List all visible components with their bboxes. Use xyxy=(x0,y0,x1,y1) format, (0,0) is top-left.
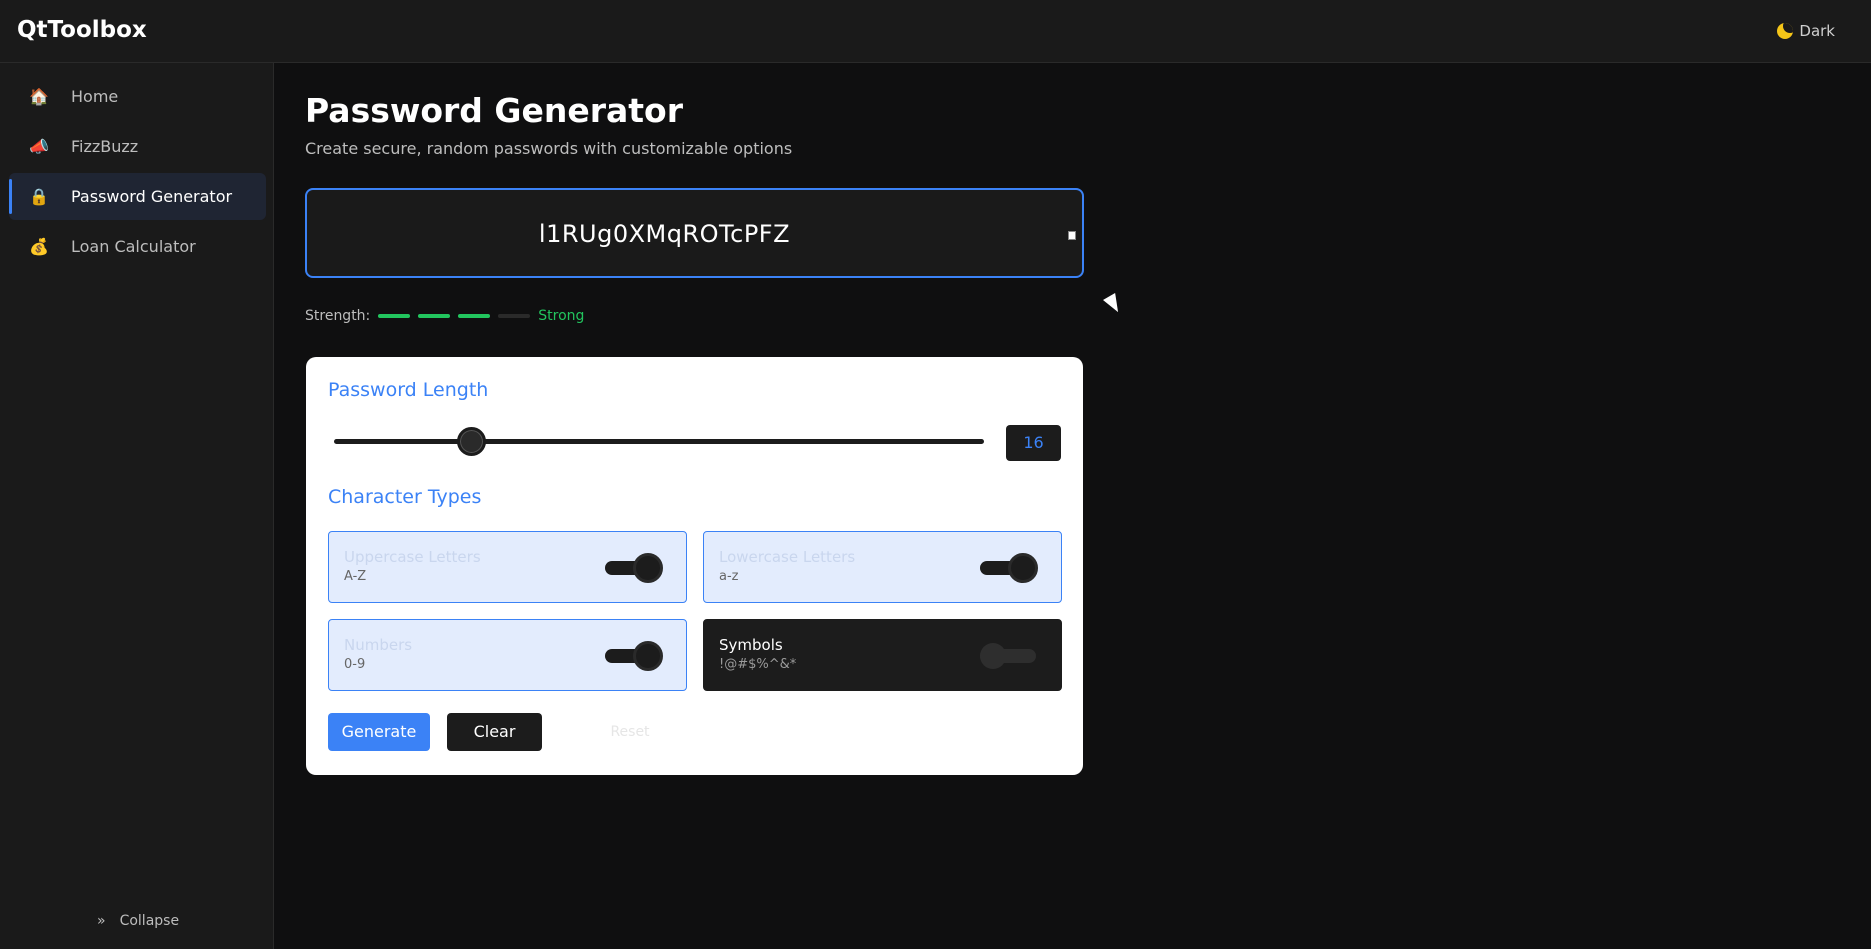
toggle-knob xyxy=(980,643,1006,669)
strength-label: Strong xyxy=(538,308,585,324)
strength-meter: Strength: Strong xyxy=(305,308,584,324)
toggle-switch[interactable] xyxy=(605,553,663,583)
copy-icon[interactable] xyxy=(1068,231,1076,240)
top-bar: QtToolbox Dark xyxy=(0,0,1871,63)
toggle-switch[interactable] xyxy=(980,553,1038,583)
section-title-character-types: Character Types xyxy=(328,486,482,508)
lock-icon: 🔒 xyxy=(29,187,49,206)
toggle-knob xyxy=(1008,553,1038,583)
password-display[interactable]: l1RUg0XMqROTcPFZ xyxy=(305,188,1084,278)
sidebar-item-label: Loan Calculator xyxy=(71,237,196,256)
sidebar-item-label: Home xyxy=(71,87,119,106)
length-value[interactable]: 16 xyxy=(1006,425,1061,461)
moon-icon xyxy=(1777,23,1794,39)
option-lowercase[interactable]: Lowercase Letters a-z xyxy=(703,531,1062,603)
mouse-cursor-icon xyxy=(1103,293,1125,316)
toggle-knob xyxy=(633,641,663,671)
option-subtitle: a-z xyxy=(719,569,739,584)
option-subtitle: 0-9 xyxy=(344,657,366,672)
option-subtitle: A-Z xyxy=(344,569,367,584)
double-chevron-right-icon: » xyxy=(97,913,106,929)
sidebar: 🏠 Home 📣 FizzBuzz 🔒 Password Generator 💰… xyxy=(0,63,274,949)
theme-label: Dark xyxy=(1799,22,1835,40)
strength-bar xyxy=(498,314,531,318)
sidebar-item-password-generator[interactable]: 🔒 Password Generator xyxy=(9,173,266,220)
theme-toggle[interactable]: Dark xyxy=(1777,22,1835,40)
sidebar-item-fizzbuzz[interactable]: 📣 FizzBuzz xyxy=(9,123,266,170)
page-subtitle: Create secure, random passwords with cus… xyxy=(305,139,793,158)
sidebar-item-label: FizzBuzz xyxy=(71,137,139,156)
collapse-button[interactable]: » Collapse xyxy=(97,913,179,929)
toggle-switch[interactable] xyxy=(980,643,1036,669)
collapse-label: Collapse xyxy=(119,913,180,929)
sidebar-item-label: Password Generator xyxy=(71,187,233,206)
strength-prefix: Strength: xyxy=(305,308,371,324)
money-bag-icon: 💰 xyxy=(29,237,49,256)
generate-button[interactable]: Generate xyxy=(328,713,430,751)
option-uppercase[interactable]: Uppercase Letters A-Z xyxy=(328,531,687,603)
sidebar-item-home[interactable]: 🏠 Home xyxy=(9,73,266,120)
reset-button[interactable]: Reset xyxy=(600,713,660,751)
strength-bar xyxy=(458,314,491,318)
option-title: Symbols xyxy=(719,636,783,654)
password-value: l1RUg0XMqROTcPFZ xyxy=(538,220,791,248)
length-slider[interactable] xyxy=(334,427,984,456)
house-icon: 🏠 xyxy=(29,87,49,106)
option-title: Lowercase Letters xyxy=(719,548,856,566)
strength-bar xyxy=(418,314,451,318)
sidebar-item-loan-calculator[interactable]: 💰 Loan Calculator xyxy=(9,223,266,270)
option-symbols[interactable]: Symbols !@#$%^&* xyxy=(703,619,1062,691)
toggle-switch[interactable] xyxy=(605,641,663,671)
megaphone-icon: 📣 xyxy=(29,137,49,156)
option-title: Numbers xyxy=(344,636,413,654)
page-title: Password Generator xyxy=(305,91,684,130)
option-subtitle: !@#$%^&* xyxy=(719,657,797,672)
option-title: Uppercase Letters xyxy=(344,548,481,566)
options-card: Password Length 16 Character Types Upper… xyxy=(306,357,1083,775)
section-title-length: Password Length xyxy=(328,379,489,401)
toggle-knob xyxy=(633,553,663,583)
clear-button[interactable]: Clear xyxy=(447,713,542,751)
length-slider-thumb[interactable] xyxy=(456,427,486,456)
option-numbers[interactable]: Numbers 0-9 xyxy=(328,619,687,691)
app-title: QtToolbox xyxy=(17,17,147,43)
strength-bar xyxy=(378,314,411,318)
